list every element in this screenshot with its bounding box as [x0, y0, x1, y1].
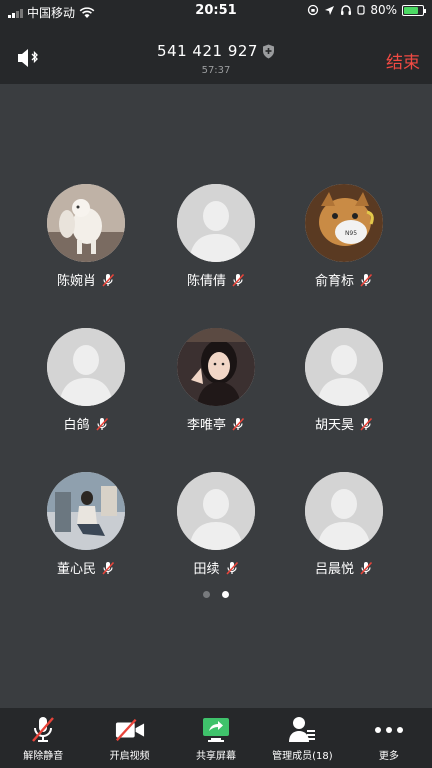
- svg-text:N95: N95: [345, 230, 357, 237]
- alarm-icon: [357, 5, 365, 15]
- mic-muted-icon: [360, 417, 373, 431]
- participant-name: 田续: [193, 562, 220, 577]
- start-video-label: 开启视频: [109, 751, 150, 762]
- participant-name-row: 俞育标: [284, 270, 404, 289]
- start-video-button[interactable]: 开启视频: [86, 708, 172, 768]
- shield-icon: [262, 44, 274, 59]
- mic-muted-icon: [232, 273, 245, 287]
- manage-members-label: 管理成员(18): [272, 751, 333, 762]
- share-screen-button[interactable]: 共享屏幕: [173, 708, 259, 768]
- meeting-id-row[interactable]: 541 421 927: [0, 42, 432, 60]
- meeting-header: 541 421 927 57:37 结束: [0, 22, 432, 84]
- status-right: 80%: [307, 3, 426, 17]
- page-dot-1[interactable]: [203, 591, 210, 598]
- more-button[interactable]: 更多: [346, 708, 432, 768]
- participant-tile[interactable]: 吕晨悦: [284, 472, 404, 577]
- participant-tile[interactable]: 白鸽: [26, 328, 146, 433]
- participant-name-row: 李唯亭: [156, 414, 276, 433]
- mic-muted-icon: [102, 561, 115, 575]
- more-dots-icon: [374, 727, 403, 733]
- manage-members-button[interactable]: 管理成员(18): [259, 708, 345, 768]
- status-bar: 中国移动 20:51 80%: [0, 0, 432, 22]
- avatar: [305, 472, 383, 550]
- participant-name: 俞育标: [314, 274, 354, 289]
- participant-name: 董心民: [56, 562, 96, 577]
- avatar: [47, 472, 125, 550]
- battery-percent: 80%: [370, 3, 397, 17]
- mic-muted-icon: [360, 273, 373, 287]
- participant-name: 白鸽: [63, 418, 90, 433]
- participant-tile[interactable]: 陈倩倩: [156, 184, 276, 289]
- avatar: [177, 472, 255, 550]
- participant-name: 陈倩倩: [186, 274, 226, 289]
- mic-muted-icon: [232, 417, 245, 431]
- bottom-toolbar: 解除静音 开启视频 共享屏幕 管理成员(18) 更多: [0, 708, 432, 768]
- members-icon: [289, 717, 316, 742]
- meeting-id: 541 421 927: [157, 42, 258, 60]
- avatar: [47, 184, 125, 262]
- avatar: [305, 328, 383, 406]
- participant-name-row: 田续: [156, 558, 276, 577]
- participant-tile[interactable]: 田续: [156, 472, 276, 577]
- location-icon: [325, 5, 335, 15]
- participant-tile[interactable]: 李唯亭: [156, 328, 276, 433]
- participant-name: 李唯亭: [186, 418, 226, 433]
- more-label: 更多: [378, 751, 399, 762]
- avatar: [47, 328, 125, 406]
- battery-icon: [402, 4, 426, 16]
- page-dot-2[interactable]: [222, 591, 229, 598]
- mic-off-icon: [32, 717, 55, 742]
- share-screen-label: 共享屏幕: [196, 751, 237, 762]
- participant-tile[interactable]: 陈婉肖: [26, 184, 146, 289]
- participant-name-row: 白鸽: [26, 414, 146, 433]
- mic-muted-icon: [95, 417, 108, 431]
- page-indicator: [0, 591, 432, 598]
- unmute-button[interactable]: 解除静音: [0, 708, 86, 768]
- participant-tile[interactable]: 胡天昊: [284, 328, 404, 433]
- unmute-label: 解除静音: [23, 751, 64, 762]
- mic-muted-icon: [360, 561, 373, 575]
- participant-name-row: 陈婉肖: [26, 270, 146, 289]
- participant-name-row: 陈倩倩: [156, 270, 276, 289]
- share-screen-icon: [203, 718, 230, 742]
- avatar: N95: [305, 184, 383, 262]
- participant-name: 陈婉肖: [56, 274, 96, 289]
- participant-name: 吕晨悦: [314, 562, 354, 577]
- participant-tile[interactable]: 董心民: [26, 472, 146, 577]
- end-meeting-button[interactable]: 结束: [386, 48, 420, 73]
- meeting-timer: 57:37: [201, 65, 231, 76]
- mic-muted-icon: [225, 561, 238, 575]
- headphones-icon: [341, 5, 352, 15]
- participant-name-row: 胡天昊: [284, 414, 404, 433]
- participant-name-row: 吕晨悦: [284, 558, 404, 577]
- avatar: [177, 184, 255, 262]
- participant-tile[interactable]: N95 俞育标: [284, 184, 404, 289]
- video-off-icon: [115, 718, 144, 742]
- mic-muted-icon: [102, 273, 115, 287]
- participant-name: 胡天昊: [314, 418, 354, 433]
- rotation-lock-icon: [308, 4, 319, 16]
- participant-name-row: 董心民: [26, 558, 146, 577]
- battery-fill: [404, 6, 419, 14]
- avatar: [177, 328, 255, 406]
